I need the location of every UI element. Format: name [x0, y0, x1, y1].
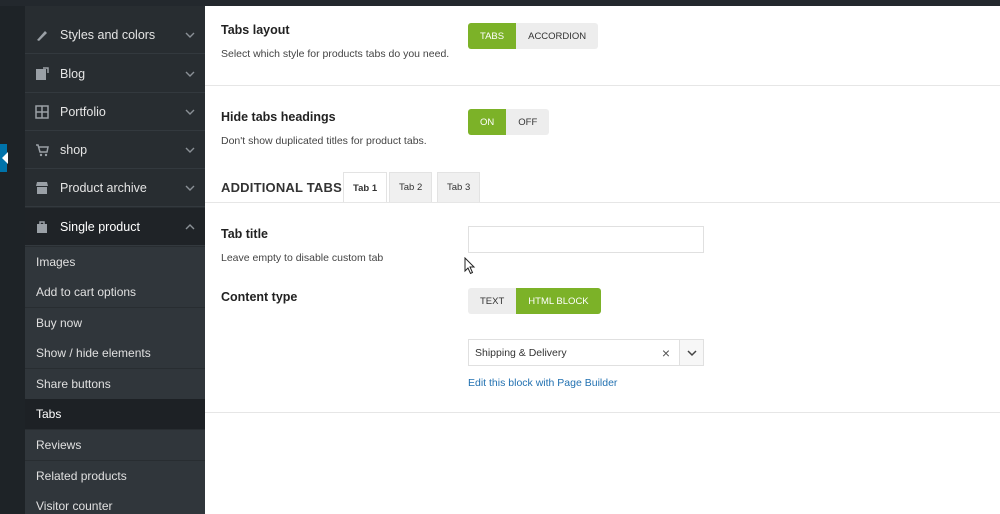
submenu-item-tabs[interactable]: Tabs [25, 399, 205, 429]
options-sidebar: Styles and colors Blog Portfolio shop Pr… [25, 6, 205, 514]
tabs-underline [205, 202, 1000, 203]
tab-2[interactable]: Tab 2 [389, 172, 433, 202]
sidebar-item-label: Portfolio [60, 104, 106, 119]
submenu-item-share-buttons[interactable]: Share buttons [25, 369, 205, 399]
html-block-select-value: Shipping & Delivery [475, 346, 567, 359]
sidebar-item-label: shop [60, 142, 88, 157]
additional-tabs-heading: ADDITIONAL TABS [221, 180, 342, 195]
tab-title-label: Tab title [221, 227, 268, 241]
tab-1[interactable]: Tab 1 [343, 172, 388, 203]
edit-block-link[interactable]: Edit this block with Page Builder [468, 377, 617, 389]
hide-headings-title: Hide tabs headings [221, 110, 336, 124]
chevron-down-icon[interactable] [679, 340, 703, 365]
sidebar-item-shop[interactable]: shop [25, 131, 205, 169]
tabs-layout-description: Select which style for products tabs do … [221, 48, 450, 60]
chevron-down-icon [185, 32, 195, 38]
sidebar-item-blog[interactable]: Blog [25, 55, 205, 93]
divider [205, 85, 1000, 86]
sidebar-item-label: Blog [60, 66, 86, 81]
tabs-layout-title: Tabs layout [221, 23, 290, 37]
mouse-cursor-icon [464, 257, 476, 275]
content-type-switch: TEXT HTML BLOCK [468, 288, 601, 314]
submenu-item-images[interactable]: Images [25, 247, 205, 277]
content-type-text-button[interactable]: TEXT [468, 288, 517, 314]
tab-title-input[interactable] [468, 226, 704, 253]
bag-icon [34, 220, 50, 234]
sidebar-item-label: Styles and colors [60, 27, 156, 42]
divider [205, 412, 1000, 413]
clear-icon[interactable]: × [659, 345, 673, 361]
sidebar-item-product-archive[interactable]: Product archive [25, 169, 205, 207]
submenu-item-add-to-cart-options[interactable]: Add to cart options [25, 277, 205, 307]
submenu-item-show-hide-elements[interactable]: Show / hide elements [25, 338, 205, 368]
hide-headings-description: Don't show duplicated titles for product… [221, 135, 427, 147]
content-type-label: Content type [221, 290, 298, 304]
hide-headings-off-button[interactable]: OFF [506, 109, 550, 135]
store-icon [34, 181, 50, 195]
chevron-down-icon [185, 71, 195, 77]
grid-icon [34, 104, 50, 119]
hide-headings-switch: ON OFF [468, 109, 550, 135]
submenu-item-reviews[interactable]: Reviews [25, 430, 205, 460]
options-panel: Tabs layout Select which style for produ… [205, 6, 1000, 514]
tabs-layout-tabs-button[interactable]: TABS [468, 23, 517, 49]
html-block-select[interactable]: Shipping & Delivery × [468, 339, 704, 366]
chevron-down-icon [185, 185, 195, 191]
hide-headings-on-button[interactable]: ON [468, 109, 507, 135]
sidebar-item-label: Single product [60, 219, 140, 234]
submenu-item-visitor-counter[interactable]: Visitor counter [25, 491, 205, 514]
blog-icon [34, 66, 50, 81]
sidebar-item-styles-and-colors[interactable]: Styles and colors [25, 16, 205, 54]
chevron-up-icon [185, 223, 195, 229]
tab-3[interactable]: Tab 3 [437, 172, 481, 202]
sidebar-item-single-product[interactable]: Single product [25, 208, 205, 246]
brush-icon [34, 28, 50, 42]
tab-title-description: Leave empty to disable custom tab [221, 252, 384, 264]
submenu-item-related-products[interactable]: Related products [25, 461, 205, 491]
admin-menu-strip [0, 6, 25, 514]
tabs-layout-accordion-button[interactable]: ACCORDION [516, 23, 599, 49]
sidebar-item-portfolio[interactable]: Portfolio [25, 93, 205, 131]
cart-icon [34, 143, 50, 157]
collapse-arrow-icon[interactable] [0, 144, 8, 172]
sidebar-item-label: Product archive [60, 180, 147, 195]
chevron-down-icon [185, 147, 195, 153]
chevron-down-icon [185, 109, 195, 115]
submenu-item-buy-now[interactable]: Buy now [25, 308, 205, 338]
tabs-layout-switch: TABS ACCORDION [468, 23, 599, 49]
content-type-html-block-button[interactable]: HTML BLOCK [516, 288, 601, 314]
